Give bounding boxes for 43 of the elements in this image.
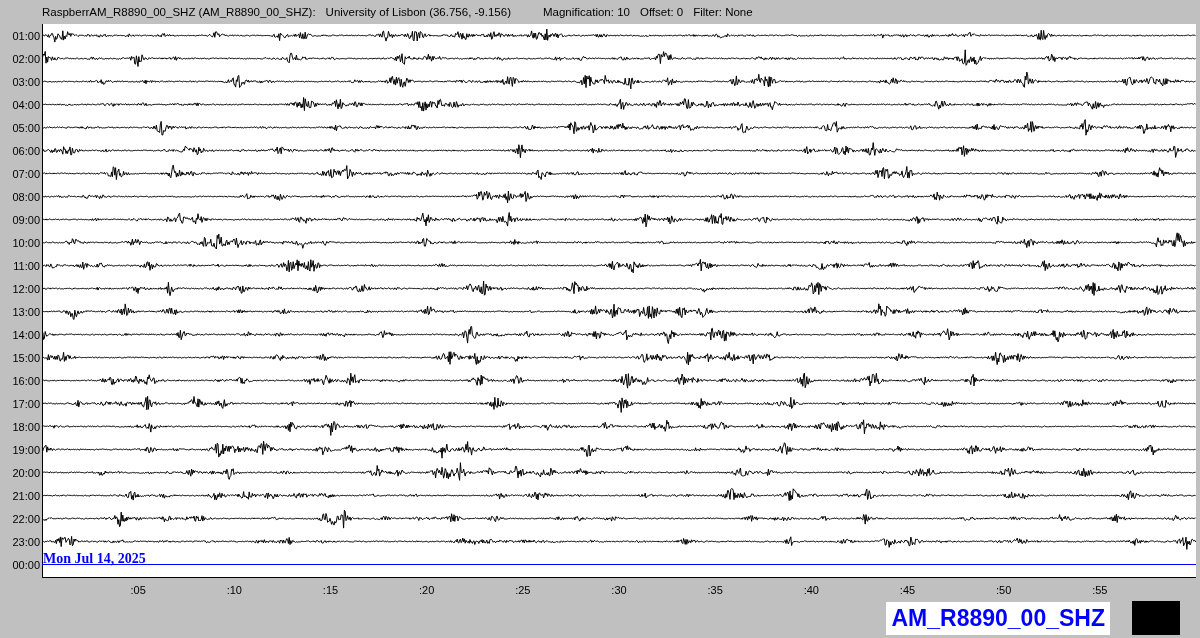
hour-label: 18:00 [12,420,40,433]
time-tick-label: :30 [611,584,627,596]
hour-label: 17:00 [12,397,40,410]
hour-label: 08:00 [12,190,40,203]
magnification-text: Magnification: 10 [543,6,630,18]
hour-label: 15:00 [12,351,40,364]
status-square [1132,601,1180,635]
time-tick-label: :50 [996,584,1012,596]
time-tick-label: :15 [322,584,339,596]
hour-label: 01:00 [12,29,40,42]
hour-label: 07:00 [12,167,40,180]
time-tick-label: :25 [515,584,531,596]
time-tick-label: :55 [1092,584,1108,596]
time-tick-label: :05 [130,584,146,596]
hour-label: 04:00 [12,98,40,111]
time-tick-label: :40 [803,584,819,596]
hour-label: 16:00 [12,374,40,387]
time-tick-label: :45 [899,584,916,596]
hour-label: 05:00 [12,121,40,134]
hour-label: 20:00 [12,466,40,479]
hour-label: 21:00 [12,489,40,502]
offset-text: Offset: 0 [639,6,684,18]
time-tick-label: :10 [226,584,242,596]
hour-label: 06:00 [12,144,40,157]
time-tick-label: :35 [707,584,723,596]
location-text: University of Lisbon (36.756, -9.156) [325,6,511,18]
filter-text: Filter: None [693,6,753,18]
hour-label: 14:00 [12,328,40,341]
hour-label: 10:00 [12,236,40,249]
hour-label: 03:00 [12,75,40,88]
hour-label: 23:00 [12,535,40,548]
hour-label: 22:00 [12,512,40,525]
hour-label: 09:00 [12,213,40,226]
hour-label: 19:00 [12,443,40,456]
time-tick-label: :20 [419,584,435,596]
station-title: RaspberrAM_R8890_00_SHZ (AM_R8890_00_SHZ): [42,6,316,18]
hour-label: 13:00 [12,305,40,318]
hour-label: 12:00 [12,282,40,295]
hour-label: 11:00 [13,259,40,272]
hour-label: 02:00 [12,52,40,65]
station-label: AM_R8890_00_SHZ [886,601,1110,635]
hour-label: 00:00 [12,558,40,571]
date-label: Mon Jul 14, 2025 [43,550,146,566]
